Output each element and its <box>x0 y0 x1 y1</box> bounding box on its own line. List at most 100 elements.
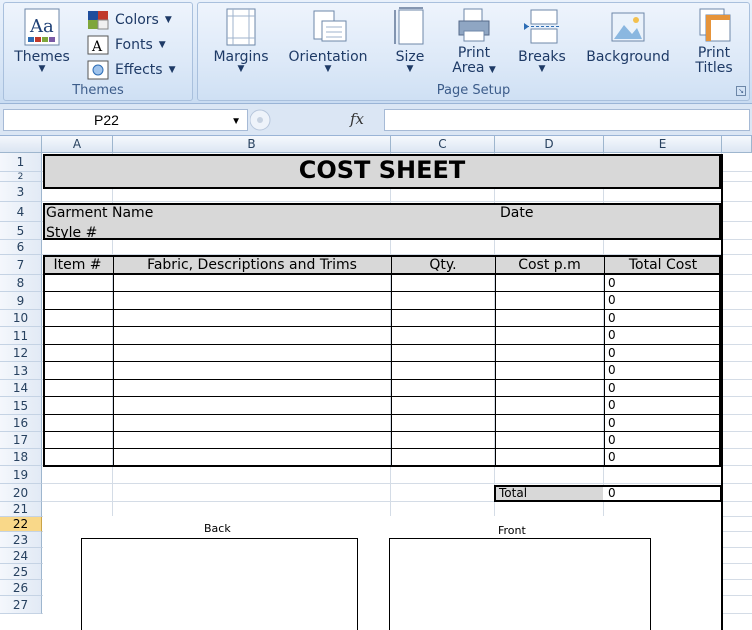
row-header-4[interactable]: 4 <box>0 202 42 222</box>
fonts-button[interactable]: A Fonts ▼ <box>87 34 166 56</box>
row-header-19[interactable]: 19 <box>0 466 42 484</box>
chevron-down-icon: ▼ <box>168 65 176 75</box>
size-button[interactable]: Size ▼ <box>386 7 434 74</box>
row-header-17[interactable]: 17 <box>0 432 42 449</box>
row-header-24[interactable]: 24 <box>0 548 42 564</box>
total-cost-cell: 0 <box>608 398 616 412</box>
total-cost-cell: 0 <box>608 293 616 307</box>
row-header-15[interactable]: 15 <box>0 397 42 415</box>
row-header-5[interactable]: 5 <box>0 222 42 240</box>
chevron-down-icon: ▼ <box>488 65 496 75</box>
row-header-20[interactable]: 20 <box>0 484 42 502</box>
chevron-down-icon: ▼ <box>324 64 332 74</box>
table-row <box>43 432 721 449</box>
row-header-9[interactable]: 9 <box>0 292 42 310</box>
row-header-14[interactable]: 14 <box>0 380 42 397</box>
table-row <box>43 380 721 397</box>
total-cost-cell: 0 <box>608 311 616 325</box>
dialog-launcher-icon[interactable]: ↘ <box>736 86 746 96</box>
margins-label: Margins <box>213 49 269 65</box>
total-label: Total <box>499 486 528 500</box>
breaks-button[interactable]: Breaks ▼ <box>512 7 572 74</box>
column-header-c[interactable]: C <box>391 136 495 153</box>
row-header-25[interactable]: 25 <box>0 564 42 580</box>
colors-button[interactable]: Colors ▼ <box>87 9 172 31</box>
table-row <box>43 362 721 380</box>
page-setup-group: Margins ▼ Orientation ▼ Size ▼ Print Are… <box>197 2 750 101</box>
ribbon: Aa Themes ▼ Colors ▼ A Fonts ▼ Effects ▼… <box>0 0 752 104</box>
row-header-27[interactable]: 27 <box>0 596 42 614</box>
print-titles-label-1: Print <box>697 45 731 61</box>
column-header-a[interactable]: A <box>42 136 113 153</box>
column-header-e[interactable]: E <box>604 136 722 153</box>
table-row <box>43 292 721 310</box>
print-area-label-2: Area <box>452 60 485 76</box>
background-button[interactable]: Background <box>578 7 678 65</box>
table-row <box>43 275 721 292</box>
row-header-13[interactable]: 13 <box>0 362 42 380</box>
themes-button[interactable]: Aa Themes ▼ <box>12 7 72 74</box>
fx-icon[interactable]: fx <box>350 110 364 128</box>
chevron-down-icon: ▼ <box>237 64 245 74</box>
row-header-7[interactable]: 7 <box>0 255 42 275</box>
size-label: Size <box>395 49 425 65</box>
column-header-b[interactable]: B <box>113 136 391 153</box>
table-row <box>43 449 721 466</box>
page-right-border <box>721 154 723 630</box>
row-header-16[interactable]: 16 <box>0 415 42 432</box>
chevron-down-icon: ▼ <box>164 15 172 25</box>
gridline-horizontal <box>42 201 752 202</box>
row-header-26[interactable]: 26 <box>0 580 42 596</box>
column-header-d[interactable]: D <box>495 136 604 153</box>
chevron-down-icon[interactable]: ▼ <box>231 112 241 132</box>
row-header-6[interactable]: 6 <box>0 240 42 255</box>
fonts-icon: A <box>87 35 109 55</box>
row-header-18[interactable]: 18 <box>0 449 42 466</box>
row-header-3[interactable]: 3 <box>0 182 42 202</box>
chevron-down-icon: ▼ <box>538 64 546 74</box>
row-header-12[interactable]: 12 <box>0 345 42 362</box>
print-area-label-1: Print <box>457 45 491 61</box>
total-value-cell <box>603 485 722 502</box>
table-header-cell: Cost p.m <box>518 257 581 273</box>
worksheet: ABCDE 1 2 3 4 5 6 7 8 9 10 11 12 13 14 15 16 17 18 19 20 21 2… <box>0 136 752 630</box>
name-box[interactable]: P22 ▼ <box>3 109 248 131</box>
table-row <box>43 415 721 432</box>
row-header-2[interactable]: 2 <box>0 172 42 182</box>
front-sketch-box <box>389 538 651 630</box>
table-header-cell: Total Cost <box>628 257 698 273</box>
front-label: Front <box>498 524 526 537</box>
total-cost-cell: 0 <box>608 381 616 395</box>
effects-icon <box>87 60 109 80</box>
print-area-button[interactable]: Print Area ▼ <box>446 7 502 78</box>
svg-text:A: A <box>91 39 103 55</box>
select-all-corner[interactable] <box>0 136 42 153</box>
themes-label: Themes <box>14 49 70 65</box>
table-header-cell: Fabric, Descriptions and Trims <box>147 257 357 273</box>
colors-label: Colors <box>115 12 159 28</box>
total-value: 0 <box>608 486 616 500</box>
print-titles-button[interactable]: Print Titles <box>686 7 742 76</box>
chevron-down-icon: ▼ <box>158 40 166 50</box>
row-header-21[interactable]: 21 <box>0 502 42 517</box>
row-header-23[interactable]: 23 <box>0 532 42 548</box>
themes-group: Aa Themes ▼ Colors ▼ A Fonts ▼ Effects ▼… <box>3 2 193 101</box>
row-header-1[interactable]: 1 <box>0 153 42 172</box>
orientation-button[interactable]: Orientation ▼ <box>280 7 376 74</box>
background-label: Background <box>586 49 670 65</box>
formula-bar: P22 ▼ fx <box>0 104 752 136</box>
back-label: Back <box>204 522 231 535</box>
margins-button[interactable]: Margins ▼ <box>204 7 278 74</box>
background-icon <box>608 7 648 47</box>
margins-icon <box>222 7 260 47</box>
formula-buttons: fx <box>249 109 382 131</box>
formula-input[interactable] <box>384 109 750 131</box>
svg-text:Aa: Aa <box>29 16 54 37</box>
row-header-11[interactable]: 11 <box>0 327 42 345</box>
row-header-8[interactable]: 8 <box>0 275 42 292</box>
total-cost-cell: 0 <box>608 416 616 430</box>
row-header-10[interactable]: 10 <box>0 310 42 327</box>
colors-icon <box>87 10 109 30</box>
effects-button[interactable]: Effects ▼ <box>87 59 176 81</box>
row-header-22[interactable]: 22 <box>0 517 42 532</box>
